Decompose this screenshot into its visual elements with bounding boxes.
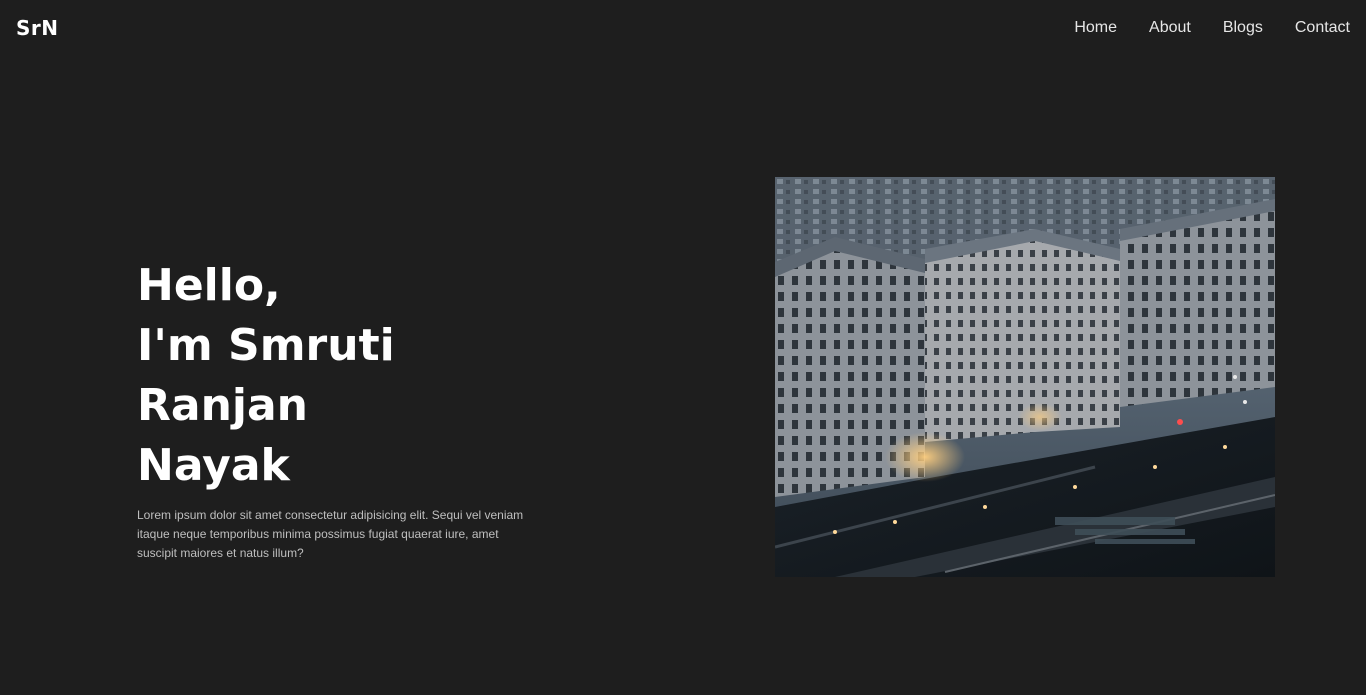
- nav-link-contact[interactable]: Contact: [1295, 19, 1350, 36]
- nav-link-about[interactable]: About: [1149, 19, 1191, 36]
- page: SrN Home About Blogs Contact Hello, I'm …: [0, 0, 1366, 695]
- nav-item-blogs: Blogs: [1223, 19, 1263, 37]
- city-photo-illustration: [775, 177, 1275, 577]
- nav-item-home: Home: [1074, 19, 1117, 37]
- nav-item-contact: Contact: [1295, 19, 1350, 37]
- navbar: SrN Home About Blogs Contact: [0, 0, 1366, 60]
- nav-link-blogs[interactable]: Blogs: [1223, 19, 1263, 36]
- hero-surname: Nayak: [137, 440, 290, 491]
- hero-intro: I'm Smruti Ranjan: [137, 320, 395, 431]
- site-logo[interactable]: SrN: [16, 16, 59, 40]
- nav-menu: Home About Blogs Contact: [1074, 19, 1350, 37]
- hero-heading: Hello, I'm Smruti Ranjan Nayak: [137, 256, 577, 496]
- nav-link-home[interactable]: Home: [1074, 19, 1117, 36]
- hero-description: Lorem ipsum dolor sit amet consectetur a…: [137, 508, 524, 560]
- hero-greeting: Hello,: [137, 260, 281, 311]
- hero-city-photo: [775, 177, 1275, 577]
- hero-section: Hello, I'm Smruti Ranjan Nayak Lorem ips…: [137, 256, 577, 563]
- nav-item-about: About: [1149, 19, 1191, 37]
